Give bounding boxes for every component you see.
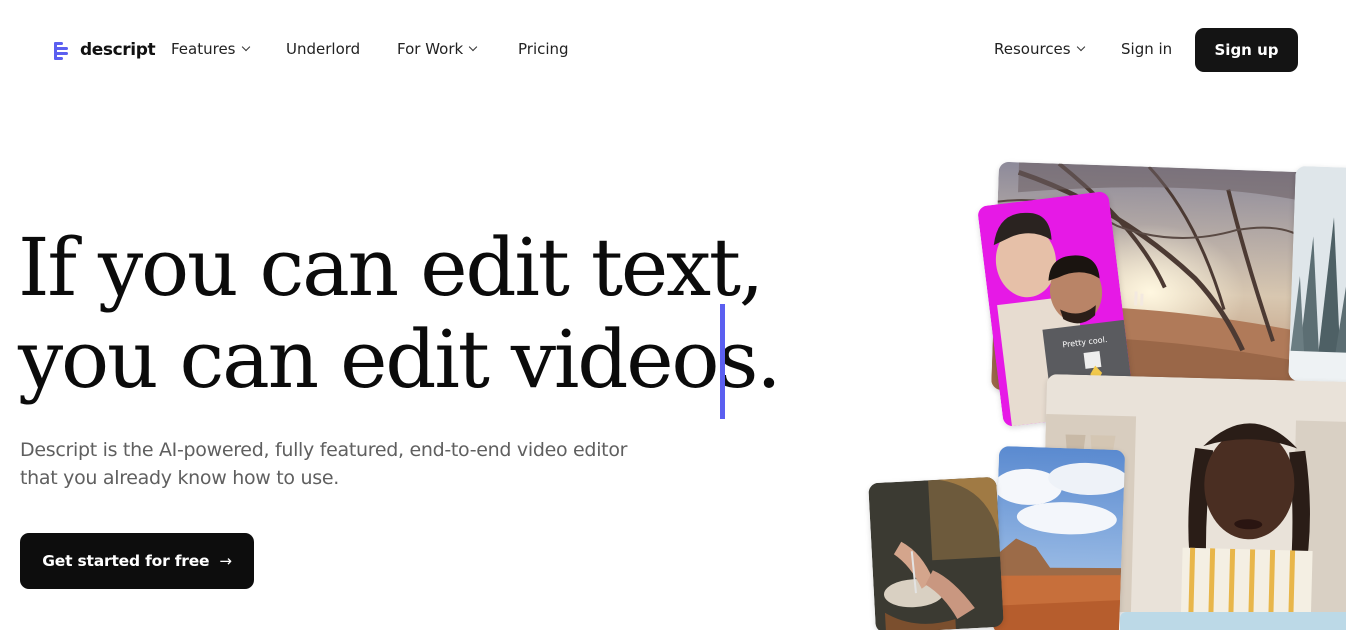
nav-item-label: Resources [994, 40, 1071, 58]
top-navigation: descript Features Underlord For Work Pri… [0, 0, 1346, 100]
sign-in-label: Sign in [1121, 40, 1173, 58]
descript-logo-icon [54, 42, 68, 60]
hero-subheadline: Descript is the AI-powered, fully featur… [20, 436, 660, 492]
cta-label: Get started for free [42, 552, 210, 570]
nav-item-label: Features [171, 40, 236, 58]
nav-item-features[interactable]: Features [171, 40, 250, 58]
nav-item-label: Pricing [518, 40, 569, 58]
headline-line-2: you can edit videos. [18, 313, 782, 406]
logo-text: descript [80, 40, 156, 60]
nav-item-label: For Work [397, 40, 464, 58]
text-cursor-caret [720, 304, 725, 419]
get-started-button[interactable]: Get started for free → [20, 533, 254, 589]
hero-headline: If you can edit text, you can edit video… [18, 221, 782, 406]
nav-item-pricing[interactable]: Pricing [518, 40, 569, 58]
descript-logo[interactable]: descript [52, 39, 156, 61]
nav-item-underlord[interactable]: Underlord [286, 40, 360, 58]
sign-up-button[interactable]: Sign up [1195, 28, 1298, 72]
headline-line-1: If you can edit text, [18, 221, 764, 314]
collage-image-winter-forest [1288, 165, 1346, 384]
nav-item-label: Underlord [286, 40, 361, 58]
collage-image-canyon [992, 445, 1126, 630]
nav-item-resources[interactable]: Resources [994, 40, 1085, 58]
arrow-right-icon: → [219, 552, 232, 570]
collage-image-hands-cooking [868, 476, 1004, 630]
subheadline-line-1: Descript is the AI-powered, fully featur… [20, 439, 628, 461]
sign-in-link[interactable]: Sign in [1121, 40, 1172, 58]
nav-item-for-work[interactable]: For Work [397, 40, 478, 58]
collage-image-bottom-edge [1120, 612, 1346, 630]
chevron-down-icon [468, 42, 478, 52]
chevron-down-icon [1076, 42, 1085, 52]
subheadline-line-2: that you already know how to use. [20, 467, 339, 489]
chevron-down-icon [241, 42, 250, 52]
